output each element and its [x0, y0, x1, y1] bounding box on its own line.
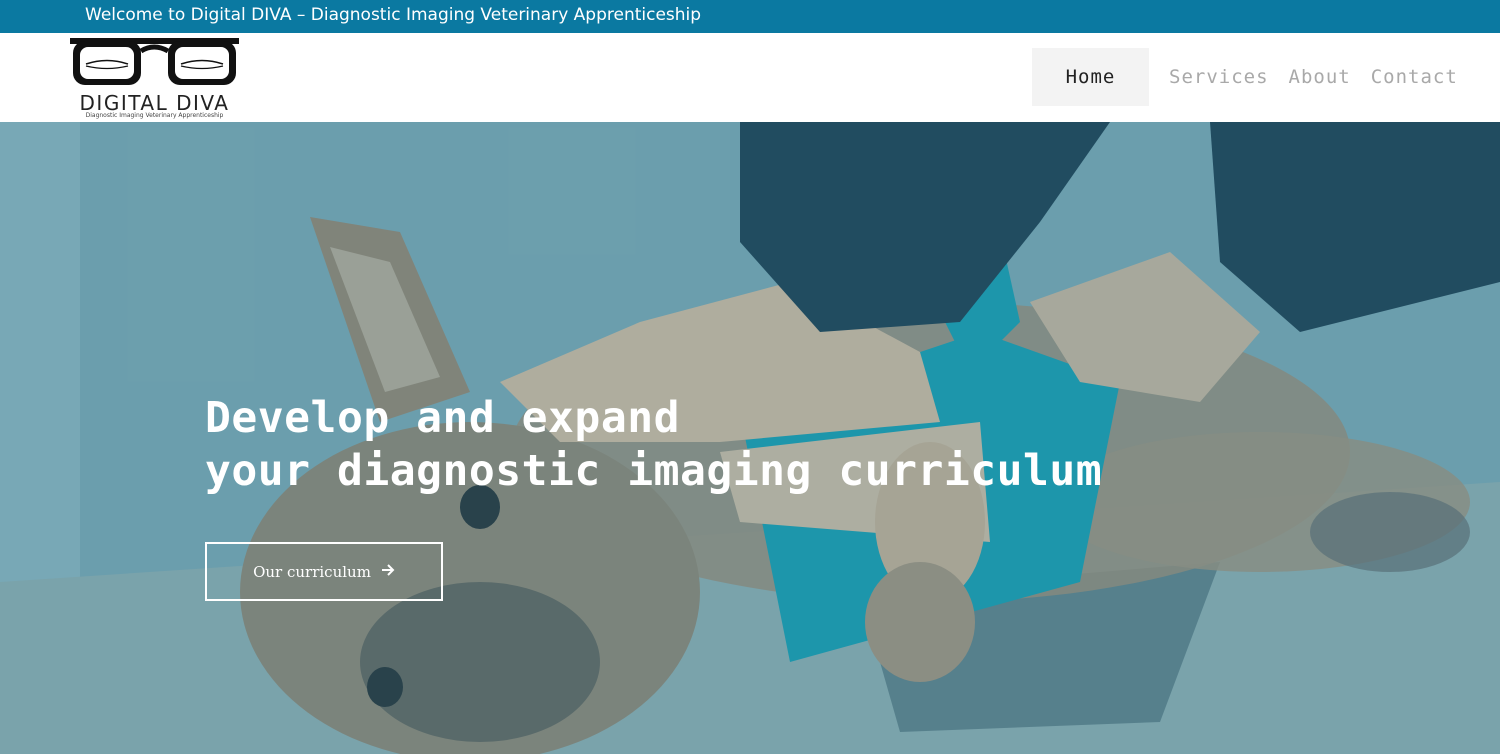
our-curriculum-button[interactable]: Our curriculum: [205, 542, 443, 601]
welcome-text: Welcome to Digital DIVA – Diagnostic Ima…: [85, 5, 702, 25]
site-logo[interactable]: DIGITAL DIVA Diagnostic Imaging Veterina…: [68, 37, 243, 119]
nav-item-about[interactable]: About: [1279, 48, 1361, 106]
site-header: DIGITAL DIVA Diagnostic Imaging Veterina…: [0, 33, 1500, 122]
hero-banner: Develop and expand your diagnostic imagi…: [0, 122, 1500, 754]
logo-title: DIGITAL DIVA: [79, 91, 230, 115]
nav-item-contact[interactable]: Contact: [1361, 48, 1468, 106]
cta-label: Our curriculum: [253, 562, 371, 581]
hero-headline: Develop and expand your diagnostic imagi…: [205, 392, 1102, 498]
main-nav: Home Services About Contact: [1032, 48, 1468, 106]
arrow-right-icon: [381, 562, 395, 582]
nav-item-services[interactable]: Services: [1159, 48, 1279, 106]
logo-tagline: Diagnostic Imaging Veterinary Apprentice…: [85, 112, 224, 119]
welcome-bar: Welcome to Digital DIVA – Diagnostic Ima…: [0, 0, 1500, 33]
hero-headline-line1: Develop and expand: [205, 393, 680, 443]
nav-item-home[interactable]: Home: [1032, 48, 1149, 106]
hero-headline-line2: your diagnostic imaging curriculum: [205, 446, 1103, 496]
glasses-logo-icon: [70, 38, 239, 85]
